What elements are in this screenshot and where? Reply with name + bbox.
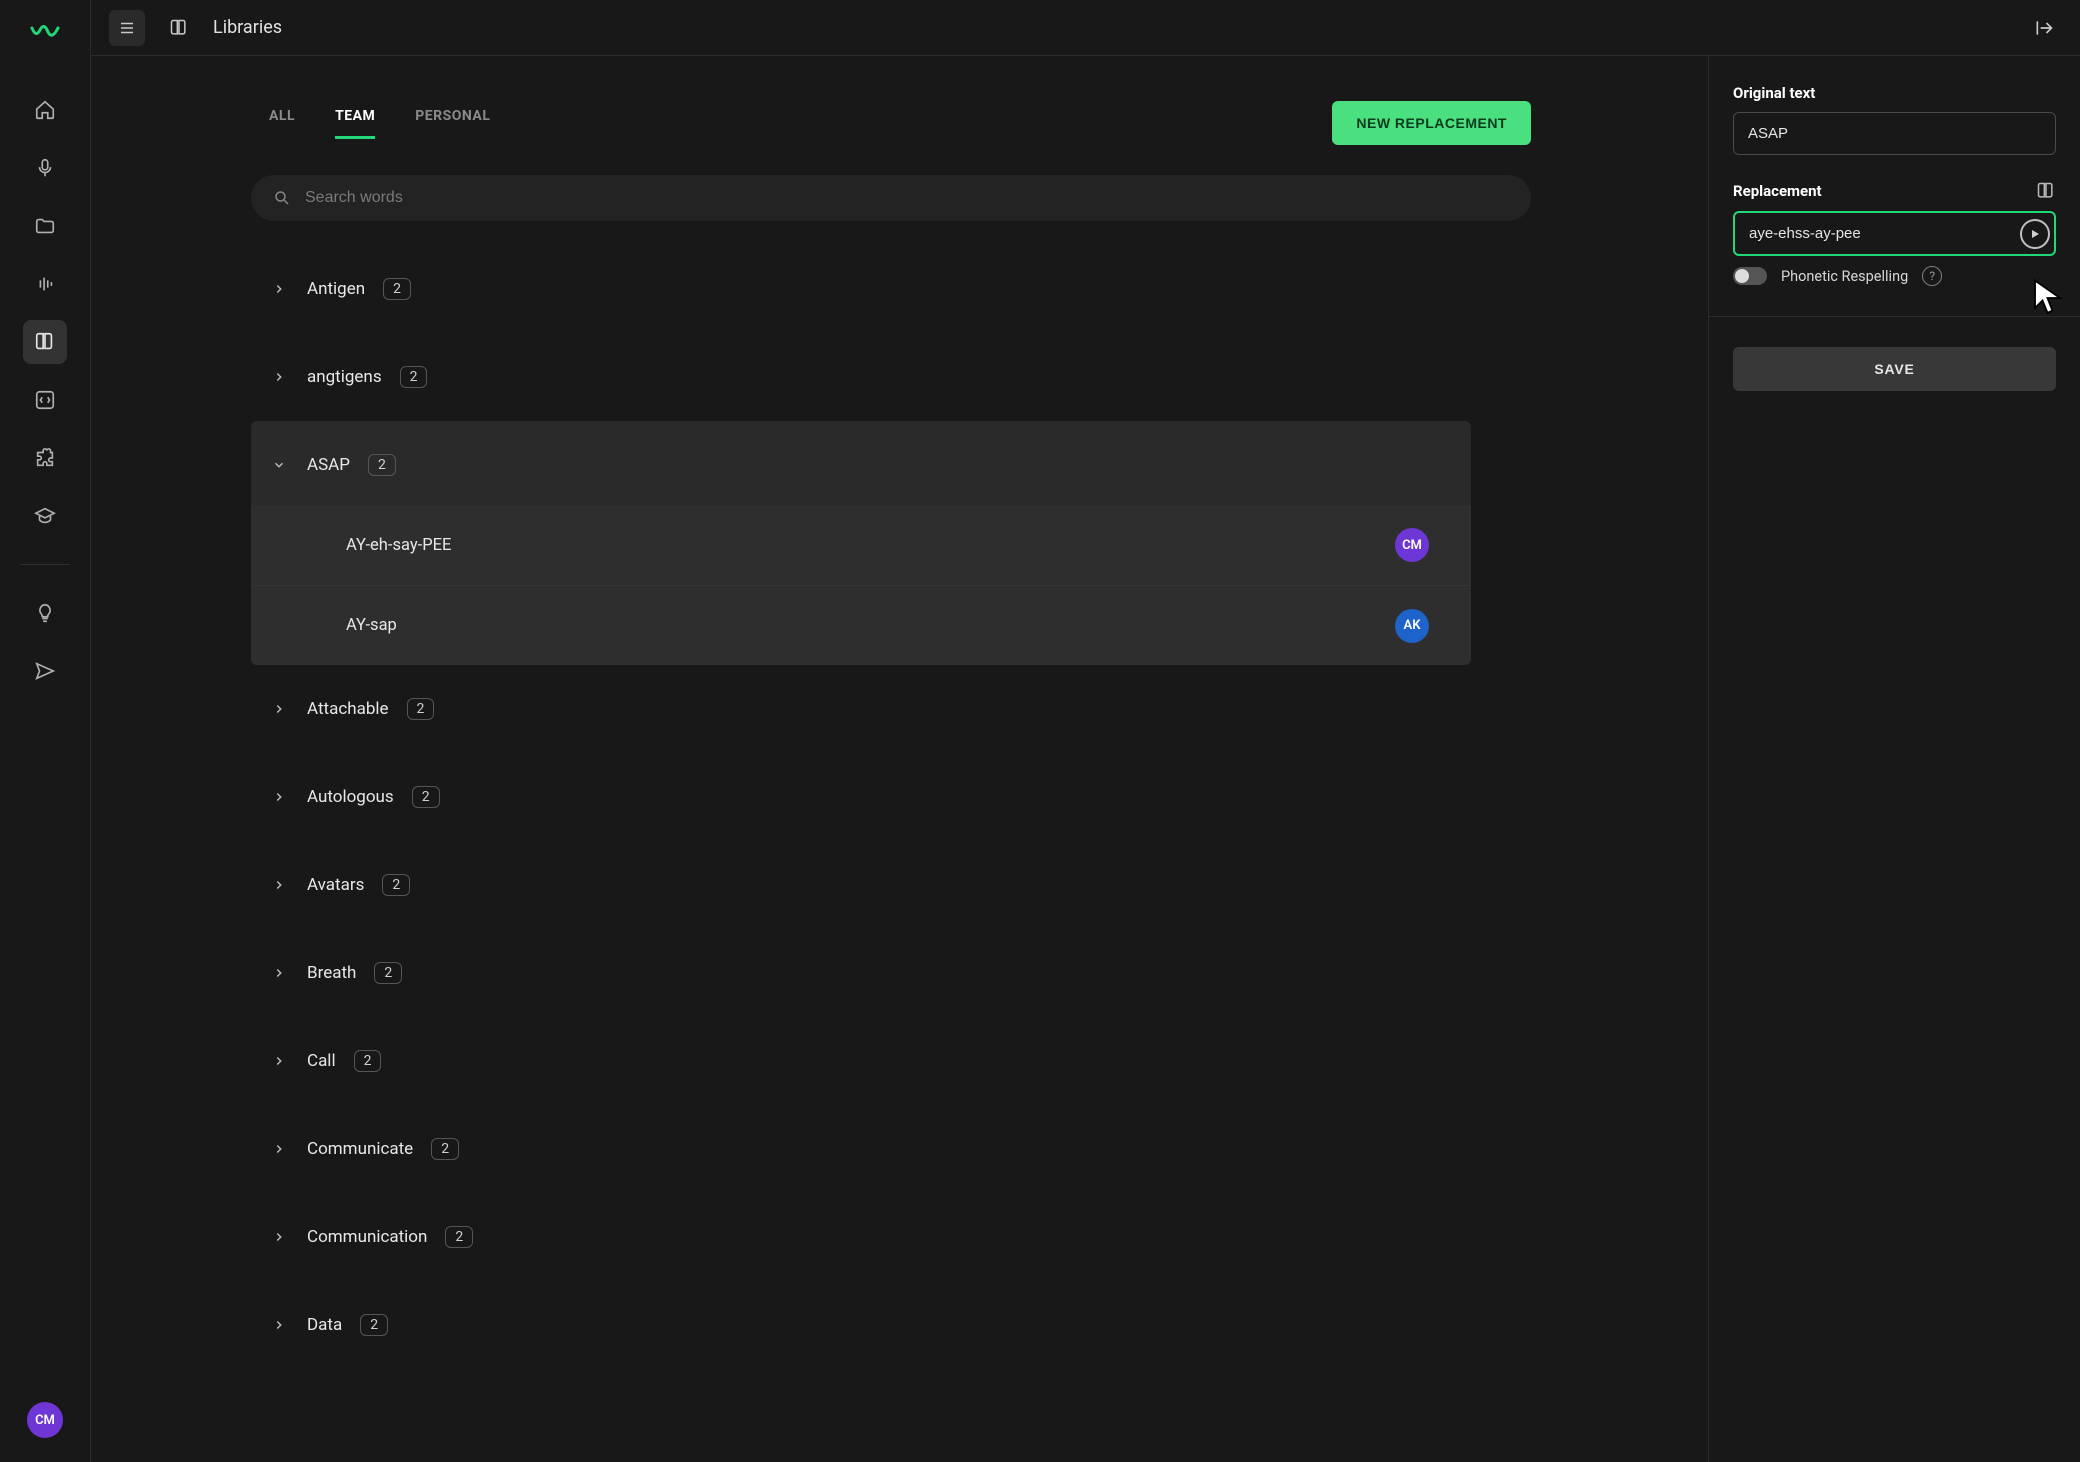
replacement-label: Replacement (1733, 182, 1822, 200)
play-button[interactable] (2020, 219, 2050, 249)
chevron-icon (269, 790, 289, 804)
new-replacement-button[interactable]: NEW REPLACEMENT (1332, 101, 1531, 145)
phonetic-toggle[interactable] (1733, 267, 1767, 285)
count-badge: 2 (431, 1138, 459, 1160)
app-rail: CM (0, 0, 90, 1462)
chevron-icon (269, 702, 289, 716)
count-badge: 2 (400, 366, 428, 388)
word-row[interactable]: ASAP 2 (251, 421, 1471, 509)
tab-all[interactable]: ALL (269, 108, 295, 139)
panel-separator (1709, 316, 2080, 317)
count-badge: 2 (407, 698, 435, 720)
chevron-icon (269, 458, 289, 472)
original-text-input[interactable] (1733, 112, 2056, 155)
send-icon[interactable] (23, 649, 67, 693)
word-label: Avatars (307, 875, 364, 895)
tabs: ALL TEAM PERSONAL (269, 108, 490, 139)
word-row[interactable]: Call 2 (251, 1017, 1471, 1105)
book-icon[interactable] (23, 320, 67, 364)
replacement-row[interactable]: AY-sap AK (251, 585, 1471, 665)
rail-separator (20, 564, 70, 565)
replacement-label: AY-sap (346, 616, 397, 635)
count-badge: 2 (383, 278, 411, 300)
chevron-icon (269, 1230, 289, 1244)
word-label: ASAP (307, 455, 350, 475)
replacement-label: AY-eh-say-PEE (346, 536, 451, 555)
word-label: Communication (307, 1227, 427, 1247)
content-area: ALL TEAM PERSONAL NEW REPLACEMENT (91, 56, 1708, 1462)
chevron-icon (269, 1054, 289, 1068)
count-badge: 2 (445, 1226, 473, 1248)
folder-icon[interactable] (23, 204, 67, 248)
count-badge: 2 (354, 1050, 382, 1072)
chevron-icon (269, 370, 289, 384)
tab-personal[interactable]: PERSONAL (415, 108, 490, 139)
word-row[interactable]: Data 2 (251, 1281, 1471, 1369)
count-badge: 2 (368, 454, 396, 476)
word-label: Antigen (307, 279, 365, 299)
word-label: Data (307, 1315, 342, 1335)
chevron-icon (269, 878, 289, 892)
home-icon[interactable] (23, 88, 67, 132)
count-badge: 2 (382, 874, 410, 896)
sub-rows: AY-eh-say-PEE CM AY-sap AK (251, 505, 1471, 665)
puzzle-icon[interactable] (23, 436, 67, 480)
search-input[interactable] (305, 189, 1509, 207)
search-icon (273, 189, 291, 207)
waveform-icon[interactable] (23, 262, 67, 306)
word-label: Attachable (307, 699, 389, 719)
word-row[interactable]: Communicate 2 (251, 1105, 1471, 1193)
word-row[interactable]: Attachable 2 (251, 665, 1471, 753)
mic-icon[interactable] (23, 146, 67, 190)
word-row[interactable]: Avatars 2 (251, 841, 1471, 929)
word-label: Communicate (307, 1139, 413, 1159)
page-title: Libraries (213, 17, 282, 38)
author-chip: AK (1395, 609, 1429, 643)
chevron-icon (269, 966, 289, 980)
chevron-icon (269, 1318, 289, 1332)
word-row[interactable]: angtigens 2 (251, 333, 1471, 421)
collapse-panel-button[interactable] (2026, 10, 2062, 46)
topbar: Libraries (91, 0, 2080, 56)
count-badge: 2 (360, 1314, 388, 1336)
count-badge: 2 (412, 786, 440, 808)
original-text-label: Original text (1733, 84, 2056, 102)
author-chip: CM (1395, 528, 1429, 562)
word-label: Autologous (307, 787, 394, 807)
word-row[interactable]: Communication 2 (251, 1193, 1471, 1281)
replacement-input[interactable] (1733, 211, 2056, 256)
phonetic-label: Phonetic Respelling (1781, 268, 1908, 285)
word-label: Breath (307, 963, 356, 983)
user-avatar[interactable]: CM (27, 1402, 63, 1438)
replacement-row[interactable]: AY-eh-say-PEE CM (251, 505, 1471, 585)
word-row[interactable]: Autologous 2 (251, 753, 1471, 841)
save-button[interactable]: SAVE (1733, 347, 2056, 391)
word-list: Antigen2angtigens2ASAP2AY-eh-say-PEECMAY… (171, 235, 1471, 1409)
help-icon[interactable]: ? (1922, 266, 1942, 286)
app-logo[interactable] (29, 18, 61, 50)
edit-panel: Original text Replacement (1708, 56, 2080, 1462)
count-badge: 2 (374, 962, 402, 984)
tab-team[interactable]: TEAM (335, 108, 375, 139)
code-icon[interactable] (23, 378, 67, 422)
word-row[interactable]: Breath 2 (251, 929, 1471, 1017)
chevron-icon (269, 282, 289, 296)
word-label: angtigens (307, 367, 382, 387)
menu-button[interactable] (109, 10, 145, 46)
libraries-icon (161, 10, 197, 46)
chevron-icon (269, 1142, 289, 1156)
word-label: Call (307, 1051, 336, 1071)
dictionary-icon[interactable] (2036, 181, 2056, 201)
search-box[interactable] (251, 175, 1531, 221)
lightbulb-icon[interactable] (23, 591, 67, 635)
graduate-icon[interactable] (23, 494, 67, 538)
word-row[interactable]: Antigen 2 (251, 245, 1471, 333)
